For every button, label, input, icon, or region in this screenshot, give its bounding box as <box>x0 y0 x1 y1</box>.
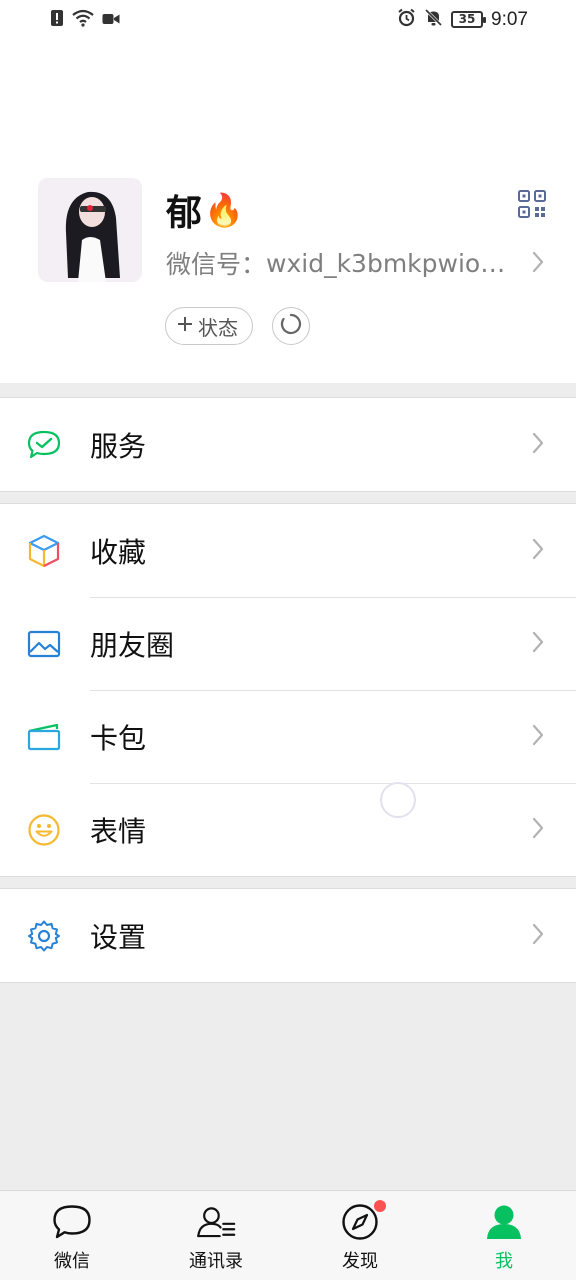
chat-icon <box>52 1203 92 1241</box>
nickname-text: 郁 <box>166 193 203 234</box>
clock: 9:07 <box>491 8 528 30</box>
menu-item-stickers[interactable]: 表情 <box>0 783 576 876</box>
services-icon <box>26 427 62 463</box>
fire-emoji: 🔥 <box>204 191 244 229</box>
card-wallet-icon <box>26 719 62 755</box>
refresh-icon <box>280 313 302 339</box>
alarm-icon <box>397 8 416 31</box>
menu-item-card-wallet[interactable]: 卡包 <box>0 690 576 783</box>
sticker-icon <box>26 812 62 848</box>
settings-icon <box>26 918 62 954</box>
profile-header[interactable]: 郁 🔥 微信号： wxid_k3bmkpwiofft… 状态 <box>0 40 576 383</box>
tab-chats[interactable]: 微信 <box>0 1191 144 1280</box>
chevron-right-icon <box>532 631 544 657</box>
wifi-icon <box>72 9 94 31</box>
contacts-icon <box>196 1203 236 1241</box>
wechat-id-row[interactable]: 微信号： wxid_k3bmkpwiofft… <box>166 245 556 281</box>
qr-code-icon[interactable] <box>518 190 546 218</box>
chevron-right-icon <box>532 538 544 564</box>
plus-icon <box>176 314 194 338</box>
battery-icon: 35 <box>451 11 487 28</box>
status-button-label: 状态 <box>198 315 238 340</box>
menu-item-services[interactable]: 服务 <box>0 398 576 491</box>
bottom-tab-bar: 微信 通讯录 发现 我 <box>0 1190 576 1280</box>
menu-item-settings[interactable]: 设置 <box>0 889 576 982</box>
chevron-right-icon <box>532 432 544 458</box>
services-label: 服务 <box>90 429 147 463</box>
main-group: 收藏 朋友圈 卡包 表情 <box>0 503 576 877</box>
settings-label: 设置 <box>90 920 147 954</box>
discover-badge-dot <box>374 1200 386 1212</box>
menu-item-moments[interactable]: 朋友圈 <box>0 597 576 690</box>
settings-group: 设置 <box>0 888 576 983</box>
status-icons-left <box>50 9 120 31</box>
tab-discover-label: 发现 <box>342 1251 378 1272</box>
chevron-right-icon <box>532 817 544 843</box>
refresh-status-button[interactable] <box>272 307 310 345</box>
tab-chats-label: 微信 <box>54 1251 90 1272</box>
me-icon <box>484 1203 524 1241</box>
card-wallet-label: 卡包 <box>90 721 147 755</box>
wechat-id-label: 微信号： <box>166 250 267 279</box>
tab-contacts[interactable]: 通讯录 <box>144 1191 288 1280</box>
services-group: 服务 <box>0 397 576 492</box>
moments-label: 朋友圈 <box>90 628 175 662</box>
tab-contacts-label: 通讯录 <box>189 1251 243 1272</box>
stickers-label: 表情 <box>90 814 147 848</box>
moments-icon <box>26 626 62 662</box>
chevron-right-icon <box>532 724 544 750</box>
wechat-id-value: wxid_k3bmkpwiofft… <box>266 248 519 278</box>
chevron-right-icon <box>532 251 544 277</box>
favorites-icon <box>26 533 62 569</box>
favorites-label: 收藏 <box>90 535 147 569</box>
loading-indicator <box>380 782 416 818</box>
status-icons-right: 35 9:07 <box>397 8 528 31</box>
avatar[interactable] <box>38 178 142 282</box>
alert-icon <box>50 9 64 31</box>
status-bar: 35 9:07 <box>0 0 576 40</box>
tab-me-label: 我 <box>495 1251 513 1272</box>
mute-icon <box>424 8 443 31</box>
menu-item-favorites[interactable]: 收藏 <box>0 504 576 597</box>
tab-me[interactable]: 我 <box>432 1191 576 1280</box>
add-status-button[interactable]: 状态 <box>165 307 253 345</box>
video-icon <box>102 11 120 30</box>
tab-discover[interactable]: 发现 <box>288 1191 432 1280</box>
nickname: 郁 🔥 <box>166 184 244 236</box>
chevron-right-icon <box>532 923 544 949</box>
